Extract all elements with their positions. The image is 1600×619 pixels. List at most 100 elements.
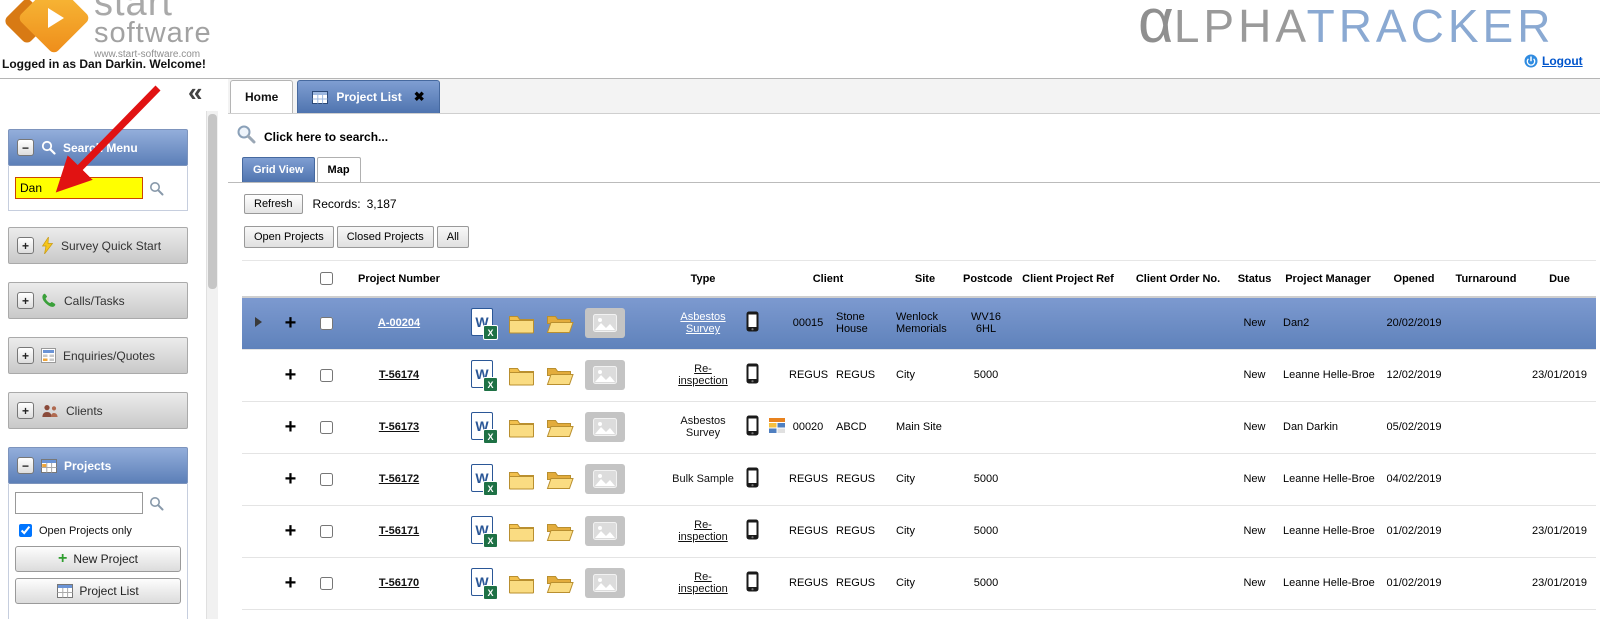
logout-label[interactable]: Logout <box>1542 54 1583 68</box>
folder-icon[interactable] <box>508 313 535 334</box>
project-number-link[interactable]: A-00204 <box>378 317 420 329</box>
folder-icon[interactable] <box>508 521 535 542</box>
sidebar-search-input[interactable] <box>15 177 143 199</box>
sidebar-scrollbar-thumb[interactable] <box>208 114 217 289</box>
expand-section-icon[interactable]: + <box>17 292 34 309</box>
filter-all[interactable]: All <box>436 226 469 248</box>
row-checkbox[interactable] <box>319 368 333 382</box>
photo-placeholder-icon[interactable] <box>585 412 625 442</box>
project-number-link[interactable]: T-56171 <box>379 525 419 537</box>
row-checkbox[interactable] <box>319 420 333 434</box>
folder-icon[interactable] <box>508 417 535 438</box>
photo-placeholder-icon[interactable] <box>585 516 625 546</box>
add-to-project-icon[interactable]: + <box>285 520 297 542</box>
tab-map[interactable]: Map <box>316 157 361 182</box>
filter-closed-projects[interactable]: Closed Projects <box>336 226 434 248</box>
table-row[interactable]: + T-56172 W X Bulk Sample REGUS REGUS City 5000 N… <box>242 453 1596 506</box>
folder-open-icon[interactable] <box>546 573 574 594</box>
project-number-link[interactable]: T-56173 <box>379 421 419 433</box>
tab-project-list[interactable]: Project List ✖ <box>297 80 440 113</box>
mobile-phone-icon[interactable] <box>746 571 759 592</box>
row-checkbox[interactable] <box>319 576 333 590</box>
logout-link[interactable]: Logout <box>1524 54 1583 68</box>
folder-open-icon[interactable] <box>546 469 574 490</box>
folder-open-icon[interactable] <box>546 417 574 438</box>
word-excel-document-icon[interactable]: WX <box>471 568 498 600</box>
word-excel-document-icon[interactable]: WX <box>471 308 498 341</box>
click-to-search[interactable]: Click here to search... <box>236 124 388 144</box>
select-all-checkbox[interactable] <box>319 272 333 285</box>
new-project-button[interactable]: + New Project <box>15 546 181 572</box>
tab-home[interactable]: Home <box>230 80 294 113</box>
cell-site: City <box>890 557 960 610</box>
mobile-phone-icon[interactable] <box>746 467 759 488</box>
refresh-button[interactable]: Refresh <box>244 194 303 214</box>
table-row[interactable]: + A-00204 W X Asbestos Survey 00015 Stone Hous… <box>242 297 1596 350</box>
projects-search-input[interactable] <box>15 492 143 514</box>
project-type-link[interactable]: Re-inspection <box>678 363 728 387</box>
sidebar-section-projects[interactable]: − Projects <box>8 447 188 484</box>
folder-icon[interactable] <box>508 573 535 594</box>
photo-placeholder-icon[interactable] <box>585 360 625 390</box>
sidebar-scrollbar[interactable] <box>206 111 218 619</box>
sidebar-section-calls-tasks[interactable]: + Calls/Tasks <box>8 282 188 319</box>
word-excel-document-icon[interactable]: WX <box>471 360 498 392</box>
table-row[interactable]: + T-56171 W X Re-inspection REGUS REGUS City 500… <box>242 505 1596 558</box>
word-excel-document-icon[interactable]: WX <box>471 464 498 496</box>
folder-open-icon[interactable] <box>546 521 574 542</box>
close-tab-icon[interactable]: ✖ <box>414 89 425 105</box>
expand-section-icon[interactable]: + <box>17 402 34 419</box>
row-expander-icon[interactable] <box>254 316 262 327</box>
add-to-project-icon[interactable]: + <box>285 312 297 334</box>
mobile-phone-icon[interactable] <box>746 363 759 384</box>
cell-status: New <box>1232 505 1277 558</box>
sidebar-section-enquiries-quotes[interactable]: + Enquiries/Quotes <box>8 337 188 374</box>
expand-section-icon[interactable]: + <box>17 347 34 364</box>
add-to-project-icon[interactable]: + <box>285 364 297 386</box>
row-checkbox[interactable] <box>319 524 333 538</box>
photo-placeholder-icon[interactable] <box>585 464 625 494</box>
expand-section-icon[interactable]: + <box>17 237 34 254</box>
project-number-link[interactable]: T-56170 <box>379 577 419 589</box>
sidebar-section-survey-quick-start[interactable]: + Survey Quick Start <box>8 227 188 264</box>
photo-placeholder-icon[interactable] <box>585 568 625 598</box>
row-checkbox[interactable] <box>319 472 333 486</box>
folder-icon[interactable] <box>508 469 535 490</box>
mobile-phone-icon[interactable] <box>746 415 759 436</box>
collapse-sidebar-icon[interactable]: « <box>188 79 202 105</box>
open-projects-only-label[interactable]: Open Projects only <box>15 521 181 540</box>
project-list-button[interactable]: Project List <box>15 578 181 604</box>
project-type-link[interactable]: Asbestos Survey <box>680 311 725 335</box>
sidebar-section-search-menu[interactable]: − Search Menu <box>8 129 188 166</box>
mobile-phone-icon[interactable] <box>746 519 759 540</box>
collapse-section-icon[interactable]: − <box>17 139 34 156</box>
cell-expander <box>242 557 274 610</box>
table-row[interactable]: + T-56173 W X Asbestos Survey 00020 ABCD Main S… <box>242 401 1596 454</box>
table-row[interactable]: + T-56174 W X Re-inspection REGUS REGUS City 500… <box>242 349 1596 402</box>
folder-open-icon[interactable] <box>546 313 574 334</box>
projects-search-icon[interactable] <box>149 496 164 511</box>
word-excel-document-icon[interactable]: WX <box>471 412 498 444</box>
tab-grid-view[interactable]: Grid View <box>242 157 315 182</box>
row-checkbox[interactable] <box>319 316 333 330</box>
add-to-project-icon[interactable]: + <box>285 468 297 490</box>
search-submit-icon[interactable] <box>149 181 164 196</box>
open-projects-only-checkbox[interactable] <box>19 524 32 537</box>
photo-placeholder-icon[interactable] <box>585 308 625 339</box>
project-type-link[interactable]: Re-inspection <box>678 519 728 543</box>
client-portal-icon[interactable] <box>769 418 785 433</box>
word-excel-document-icon[interactable]: WX <box>471 516 498 548</box>
add-to-project-icon[interactable]: + <box>285 572 297 594</box>
folder-open-icon[interactable] <box>546 365 574 386</box>
project-number-link[interactable]: T-56172 <box>379 473 419 485</box>
add-to-project-icon[interactable]: + <box>285 416 297 438</box>
project-type-link[interactable]: Re-inspection <box>678 571 728 595</box>
collapse-section-icon[interactable]: − <box>17 457 34 474</box>
project-number-link[interactable]: T-56174 <box>379 369 419 381</box>
sidebar-section-clients[interactable]: + Clients <box>8 392 188 429</box>
table-row[interactable]: + T-56170 W X Re-inspection REGUS REGUS City 500… <box>242 557 1596 610</box>
filter-open-projects[interactable]: Open Projects <box>244 226 334 248</box>
mobile-phone-icon[interactable] <box>746 311 759 332</box>
cell-due: 23/01/2019 <box>1523 349 1596 402</box>
folder-icon[interactable] <box>508 365 535 386</box>
